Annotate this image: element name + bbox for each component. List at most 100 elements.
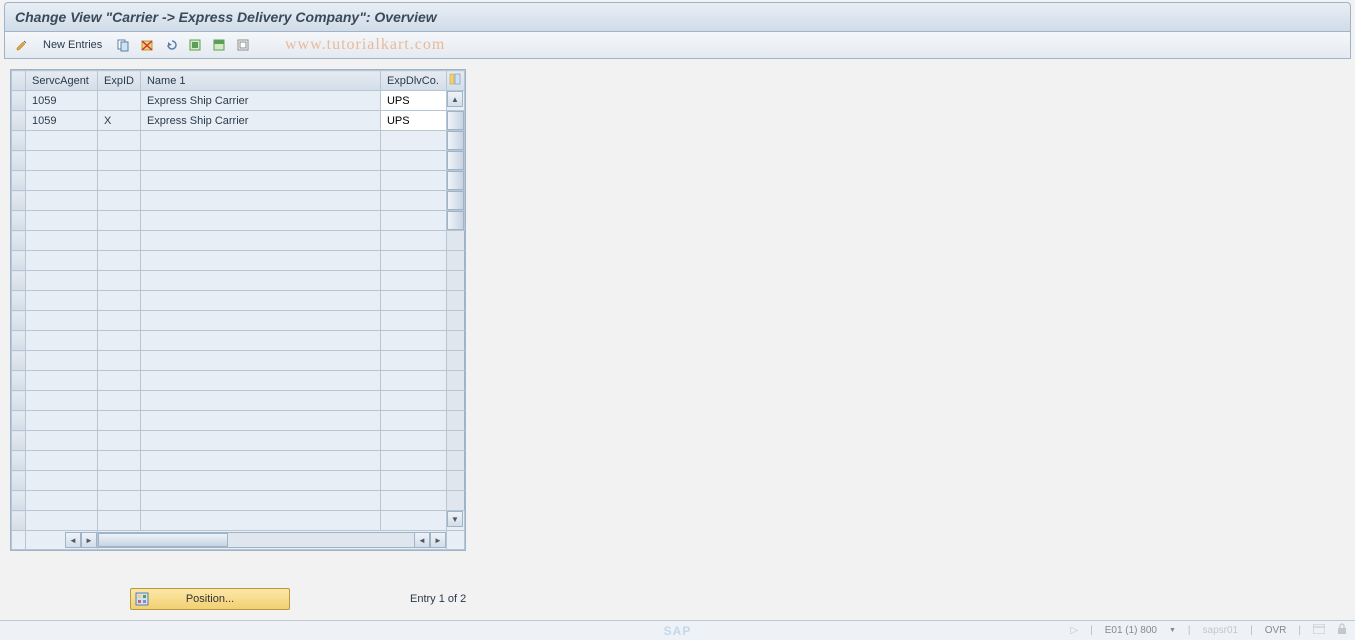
cell-expdlvco[interactable] xyxy=(380,211,446,231)
row-selector[interactable] xyxy=(12,391,26,411)
vertical-scrollbar-cell[interactable] xyxy=(446,371,464,391)
cell-expdlvco[interactable] xyxy=(380,451,446,471)
row-selector[interactable] xyxy=(12,131,26,151)
delete-icon[interactable] xyxy=(138,36,156,54)
vertical-scrollbar-cell[interactable] xyxy=(446,431,464,451)
col-header-servcagent[interactable]: ServcAgent xyxy=(26,71,98,91)
row-selector[interactable] xyxy=(12,411,26,431)
hscroll-track[interactable] xyxy=(98,532,414,548)
cell-expdlvco[interactable] xyxy=(380,171,446,191)
row-selector[interactable] xyxy=(12,451,26,471)
vscroll-down-icon[interactable]: ▼ xyxy=(447,511,463,527)
vertical-scrollbar-cell[interactable] xyxy=(446,451,464,471)
vertical-scrollbar-cell[interactable] xyxy=(446,491,464,511)
hscroll-left2-icon[interactable]: ◄ xyxy=(414,532,430,548)
cell-expdlvco[interactable] xyxy=(380,491,446,511)
vertical-scrollbar-cell[interactable] xyxy=(446,411,464,431)
cell-expdlvco[interactable] xyxy=(380,511,446,531)
vertical-scrollbar-cell[interactable]: ▲ xyxy=(446,91,464,111)
vertical-scrollbar-cell[interactable] xyxy=(446,391,464,411)
vertical-scrollbar-cell[interactable] xyxy=(446,471,464,491)
vertical-scrollbar-cell[interactable] xyxy=(446,191,464,211)
row-selector[interactable] xyxy=(12,171,26,191)
status-nav-icon[interactable]: ▷ xyxy=(1070,625,1078,636)
vertical-scrollbar-cell[interactable] xyxy=(446,311,464,331)
vertical-scrollbar-cell[interactable] xyxy=(446,111,464,131)
vertical-scrollbar-cell[interactable] xyxy=(446,251,464,271)
cell-expdlvco[interactable] xyxy=(380,391,446,411)
vertical-scrollbar-cell[interactable] xyxy=(446,131,464,151)
row-selector[interactable] xyxy=(12,251,26,271)
status-layout-icon[interactable] xyxy=(1313,624,1325,637)
cell-expdlvco[interactable] xyxy=(380,251,446,271)
vertical-scrollbar-cell[interactable] xyxy=(446,351,464,371)
row-selector[interactable] xyxy=(12,511,26,531)
copy-as-icon[interactable] xyxy=(114,36,132,54)
row-selector[interactable] xyxy=(12,291,26,311)
vscroll-thumb[interactable] xyxy=(447,131,464,150)
hscroll-right2-icon[interactable]: ► xyxy=(430,532,446,548)
cell-expdlvco[interactable] xyxy=(380,131,446,151)
row-selector[interactable] xyxy=(12,311,26,331)
status-system-dropdown-icon[interactable]: ▼ xyxy=(1169,627,1176,634)
vertical-scrollbar-cell[interactable] xyxy=(446,271,464,291)
vscroll-thumb[interactable] xyxy=(447,151,464,170)
col-header-expdlvco[interactable]: ExpDlvCo. xyxy=(380,71,446,91)
row-selector[interactable] xyxy=(12,91,26,111)
row-selector[interactable] xyxy=(12,211,26,231)
hscroll-thumb[interactable] xyxy=(98,533,228,547)
cell-expdlvco[interactable]: UPS xyxy=(380,91,446,111)
cell-expdlvco[interactable] xyxy=(380,351,446,371)
vertical-scrollbar-cell[interactable] xyxy=(446,291,464,311)
row-selector[interactable] xyxy=(12,431,26,451)
cell-expdlvco[interactable] xyxy=(380,271,446,291)
row-selector[interactable] xyxy=(12,231,26,251)
table-config-button[interactable] xyxy=(446,71,464,91)
hscroll-right-icon[interactable]: ► xyxy=(81,532,97,548)
new-entries-button[interactable]: New Entries xyxy=(37,37,108,53)
row-selector[interactable] xyxy=(12,491,26,511)
vertical-scrollbar-cell[interactable]: ▼ xyxy=(446,511,464,531)
cell-expdlvco[interactable] xyxy=(380,471,446,491)
toggle-display-change-icon[interactable] xyxy=(13,36,31,54)
row-selector[interactable] xyxy=(12,471,26,491)
cell-expdlvco[interactable] xyxy=(380,371,446,391)
vertical-scrollbar-cell[interactable] xyxy=(446,231,464,251)
vscroll-up-icon[interactable]: ▲ xyxy=(447,91,463,107)
cell-expdlvco[interactable] xyxy=(380,311,446,331)
vscroll-thumb[interactable] xyxy=(447,191,464,210)
deselect-all-icon[interactable] xyxy=(234,36,252,54)
undo-icon[interactable] xyxy=(162,36,180,54)
cell-expdlvco[interactable] xyxy=(380,411,446,431)
vscroll-thumb[interactable] xyxy=(447,171,464,190)
col-header-expid[interactable]: ExpID xyxy=(98,71,141,91)
status-lock-icon[interactable] xyxy=(1337,623,1347,638)
row-selector[interactable] xyxy=(12,111,26,131)
select-all-header[interactable] xyxy=(12,71,26,91)
select-block-icon[interactable] xyxy=(210,36,228,54)
vertical-scrollbar-cell[interactable] xyxy=(446,151,464,171)
vscroll-thumb[interactable] xyxy=(447,211,464,230)
cell-expdlvco[interactable] xyxy=(380,431,446,451)
cell-expdlvco[interactable] xyxy=(380,151,446,171)
vertical-scrollbar-cell[interactable] xyxy=(446,211,464,231)
row-selector[interactable] xyxy=(12,271,26,291)
row-selector[interactable] xyxy=(12,351,26,371)
cell-expdlvco[interactable] xyxy=(380,191,446,211)
cell-expdlvco[interactable] xyxy=(380,231,446,251)
row-selector[interactable] xyxy=(12,151,26,171)
vertical-scrollbar-cell[interactable] xyxy=(446,331,464,351)
vscroll-thumb[interactable] xyxy=(447,111,464,130)
vertical-scrollbar-cell[interactable] xyxy=(446,171,464,191)
row-selector[interactable] xyxy=(12,191,26,211)
horizontal-scrollbar[interactable]: ◄ ► ◄ ► xyxy=(12,531,465,550)
select-all-icon[interactable] xyxy=(186,36,204,54)
cell-expdlvco[interactable] xyxy=(380,291,446,311)
cell-expdlvco[interactable] xyxy=(380,331,446,351)
cell-expdlvco[interactable]: UPS xyxy=(380,111,446,131)
hscroll-left-icon[interactable]: ◄ xyxy=(65,532,81,548)
row-selector[interactable] xyxy=(12,371,26,391)
position-button[interactable]: Position... xyxy=(130,588,290,610)
col-header-name1[interactable]: Name 1 xyxy=(140,71,380,91)
row-selector[interactable] xyxy=(12,331,26,351)
